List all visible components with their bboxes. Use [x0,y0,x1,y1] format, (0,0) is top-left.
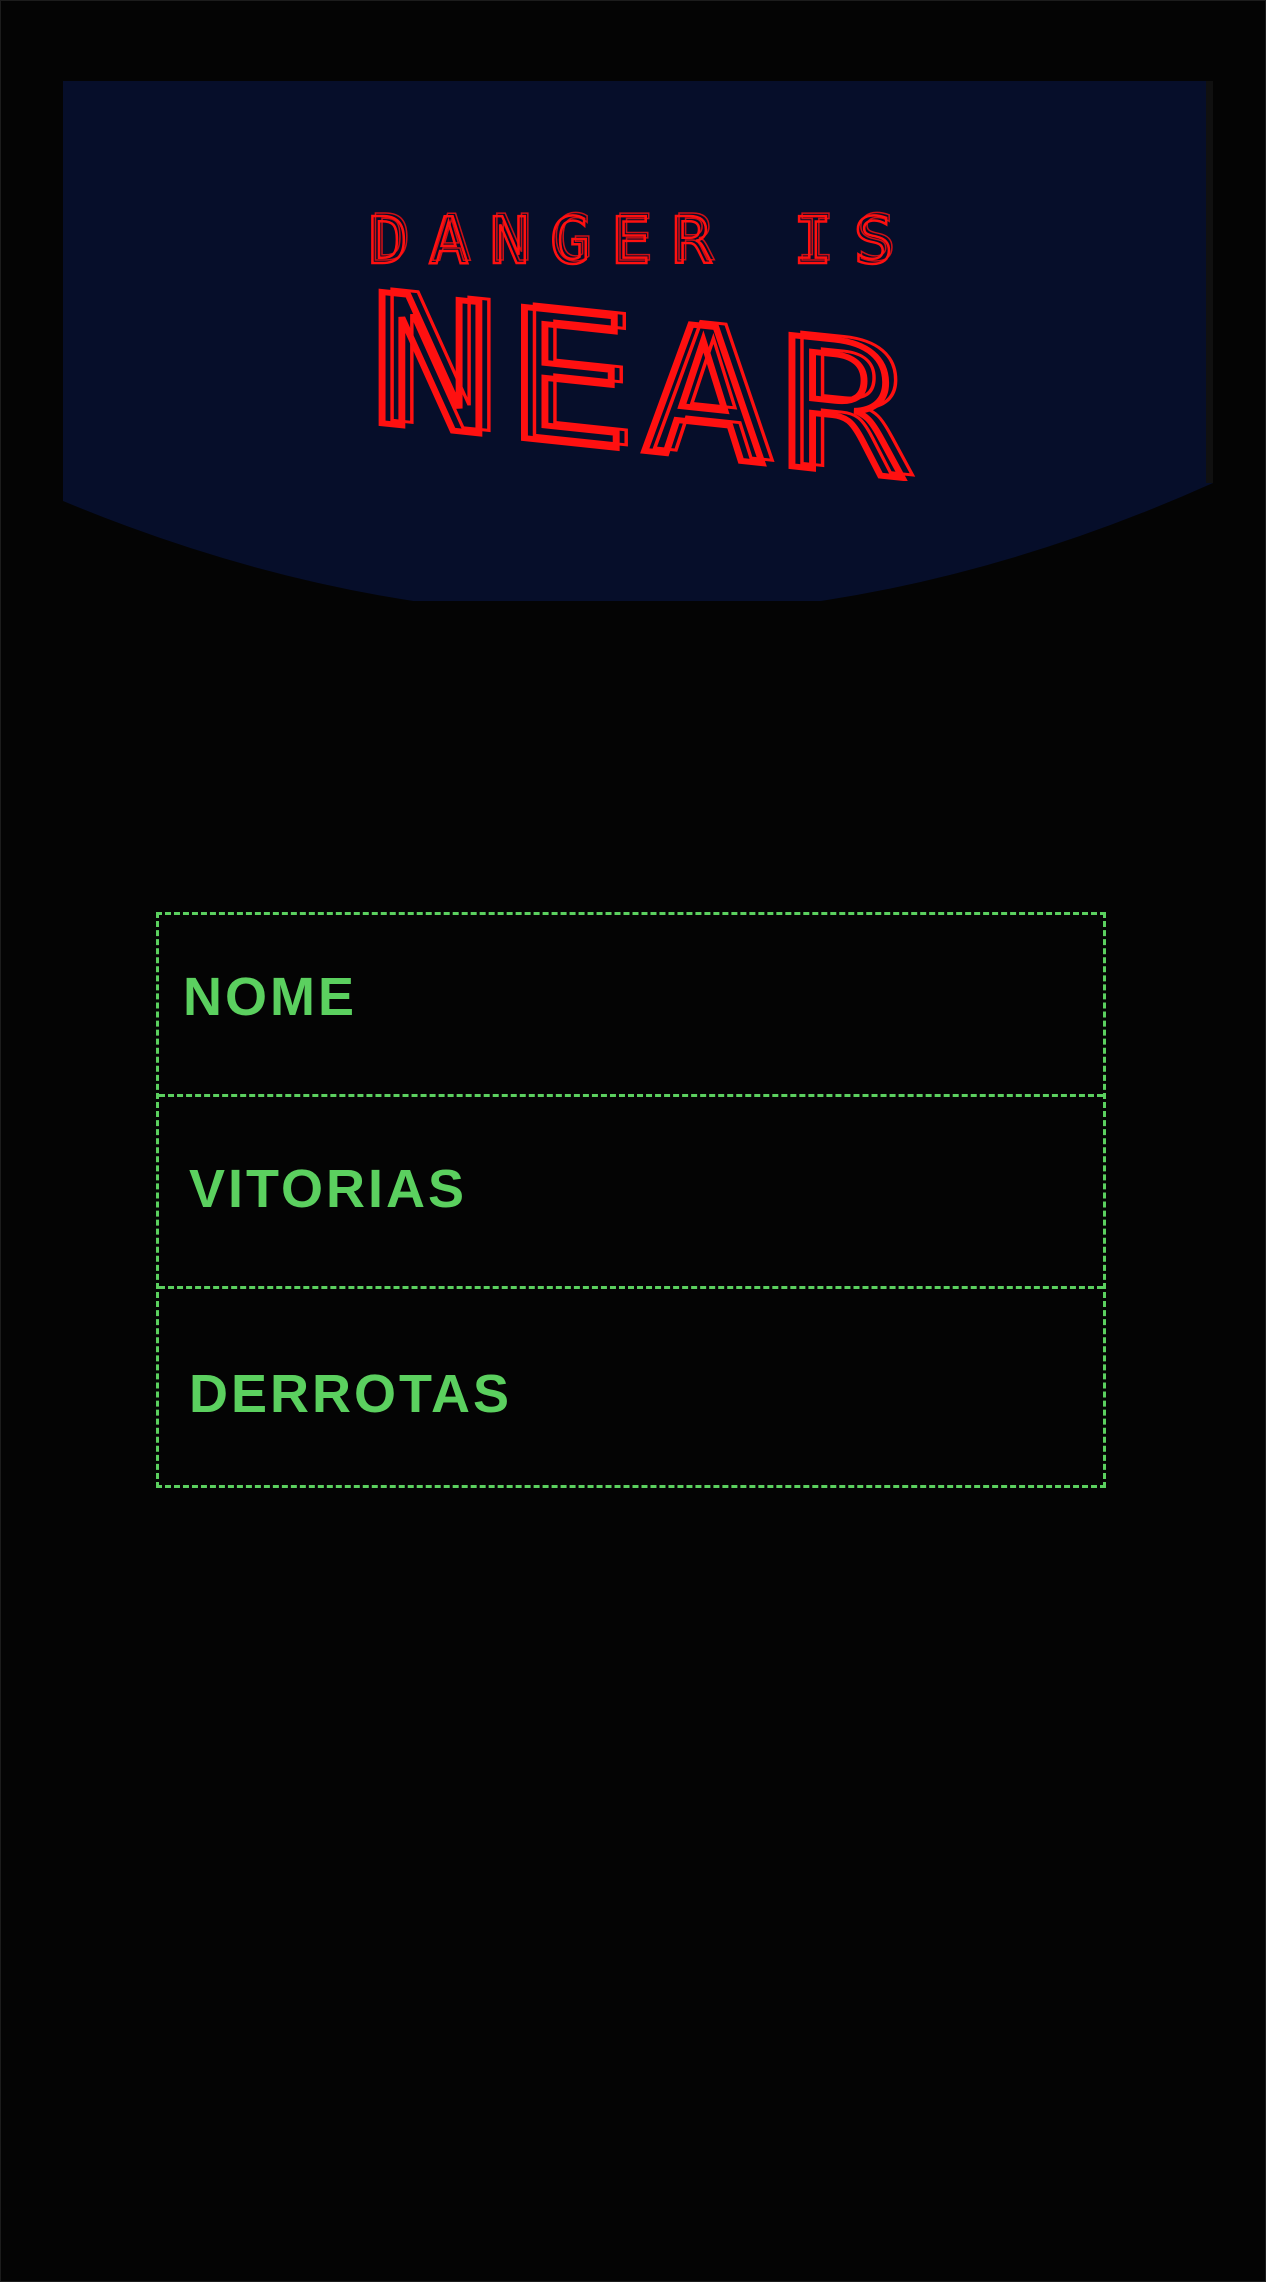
svg-text:NEAR: NEAR [378,251,921,481]
stat-row-wins: VITORIAS [159,1097,1103,1289]
game-logo: DANGER IS DANGER IS NEAR NEAR [365,201,921,481]
stat-row-name: NOME [159,915,1103,1097]
player-stats-panel: NOME VITORIAS DERROTAS [156,912,1106,1488]
stat-row-losses: DERROTAS [159,1289,1103,1485]
wins-label: VITORIAS [189,1159,468,1219]
name-label: NOME [183,967,357,1027]
game-screen: DANGER IS DANGER IS NEAR NEAR NOME VITOR… [0,0,1266,2282]
logo-line-2: NEAR NEAR [365,250,921,481]
losses-label: DERROTAS [189,1364,513,1424]
